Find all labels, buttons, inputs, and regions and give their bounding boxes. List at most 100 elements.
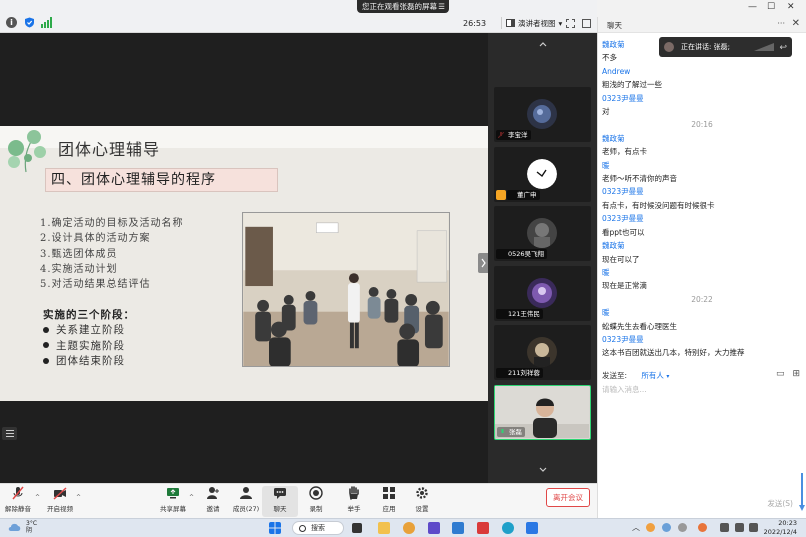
weather-condition: 阴 [26, 527, 33, 534]
screenshot-icon[interactable]: ▭ [776, 369, 785, 379]
layout-toggle-icon[interactable] [582, 19, 591, 28]
chevron-down-icon: ▾ [558, 18, 563, 28]
raise-hand-icon [349, 486, 359, 500]
send-button[interactable]: 发送(S) [767, 498, 793, 509]
system-clock[interactable]: 20:23 2022/12/4 [763, 519, 797, 536]
close-chat-icon[interactable]: ✕ [792, 18, 800, 29]
audio-options-caret[interactable]: ^ [35, 494, 40, 501]
slide-title: 团体心理辅导 [58, 140, 161, 159]
chat-sender[interactable]: 0323尹曼曼 [602, 212, 802, 225]
list-toggle-icon[interactable] [2, 427, 17, 440]
tray-app-icon[interactable] [678, 523, 687, 532]
send-to-label: 发送至: [602, 371, 628, 380]
gallery-scroll-up-icon[interactable] [538, 39, 548, 49]
send-to-selector[interactable]: 发送至: 所有人 ▾ [602, 370, 669, 381]
plant-decoration-icon [8, 130, 46, 173]
office-app-icon[interactable] [477, 522, 489, 534]
taskbar-search[interactable]: 搜索 [292, 521, 344, 535]
tray-expand-icon[interactable]: ︿ [632, 522, 640, 533]
chat-sender[interactable]: Andrew [602, 65, 802, 78]
minimize-icon[interactable]: — [748, 2, 757, 12]
share-menu-icon[interactable]: ☰ [438, 0, 445, 13]
meeting-app-icon[interactable] [428, 522, 440, 534]
chat-sender[interactable]: 暖 [602, 266, 802, 279]
settings-button[interactable]: 设置 [404, 486, 440, 513]
speaker-label: 正在讲话: 张磊; [681, 43, 730, 51]
more-options-icon[interactable]: ··· [777, 19, 785, 28]
tray-app-icon[interactable] [662, 523, 671, 532]
participant-tile[interactable]: 121王伟民 [494, 266, 591, 321]
chat-sender[interactable]: 0323尹曼曼 [602, 185, 802, 198]
chat-input[interactable]: 请输入消息... [602, 384, 647, 395]
participant-tile[interactable]: 211刘祥蓉 [494, 325, 591, 380]
members-button[interactable]: 成员(27) [228, 486, 264, 513]
audio-level-icon [754, 43, 774, 51]
unmute-button[interactable]: 解除静音 [0, 486, 36, 513]
fullscreen-icon[interactable] [566, 19, 575, 28]
chat-sender[interactable]: 0323尹曼曼 [602, 92, 802, 105]
raise-hand-button[interactable]: 举手 [336, 486, 372, 513]
chat-sender[interactable]: 暖 [602, 306, 802, 319]
participant-tile[interactable]: 李宝洋 [494, 87, 591, 142]
start-video-button[interactable]: 开启视频 [42, 486, 78, 513]
close-window-icon[interactable]: ✕ [787, 2, 795, 12]
file-upload-icon[interactable]: ⊞ [792, 369, 800, 379]
chat-sender[interactable]: 魏政菊 [602, 132, 802, 145]
file-explorer-icon[interactable] [378, 522, 390, 534]
chat-sender[interactable]: 0323尹曼曼 [602, 333, 802, 346]
apps-button[interactable]: 应用 [371, 486, 407, 513]
gallery-scroll-down-icon[interactable] [538, 465, 548, 475]
task-view-icon[interactable] [352, 523, 362, 533]
weather-widget[interactable]: 3°C 阴 [8, 520, 37, 534]
procedure-step: 1.确定活动的目标及活动名称 [40, 218, 184, 229]
video-options-caret[interactable]: ^ [76, 494, 81, 501]
cloud-icon [8, 523, 21, 531]
participant-tile[interactable]: 董广申 [494, 147, 591, 202]
stages-list: 关系建立阶段 主题实施阶段 团体结束阶段 [43, 322, 125, 369]
viewing-share-notice[interactable]: 您正在观看张磊的屏幕 ☰ [357, 0, 449, 13]
chat-message: 蚣蝶先生去看心理医生 [602, 321, 677, 331]
invite-button[interactable]: 邀请 [195, 486, 231, 513]
send-to-target[interactable]: 所有人 [641, 371, 664, 380]
participant-tile[interactable]: 0526吴飞翔 [494, 206, 591, 261]
store-app-icon[interactable] [452, 522, 464, 534]
chat-icon [274, 488, 286, 499]
stages-heading: 实施的三个阶段： [43, 309, 135, 321]
wifi-icon[interactable] [720, 523, 729, 532]
chat-sender[interactable]: 魏政菊 [602, 239, 802, 252]
meeting-info-icon[interactable]: i [6, 17, 17, 28]
network-signal-icon[interactable] [41, 17, 52, 28]
mic-active-icon [501, 429, 504, 433]
volume-icon[interactable] [735, 523, 744, 532]
share-notice-text: 您正在观看张磊的屏幕 [362, 2, 437, 11]
security-shield-icon[interactable] [24, 17, 35, 28]
return-icon[interactable]: ↩ [779, 38, 787, 58]
chat-sender[interactable]: 暖 [602, 159, 802, 172]
pinned-app-icon[interactable] [526, 522, 538, 534]
participant-tile-active-speaker[interactable]: 张磊 [494, 385, 591, 440]
stage-item: 关系建立阶段 [43, 322, 125, 338]
share-screen-button[interactable]: 共享屏幕 [155, 486, 191, 513]
chat-message-list: 魏政菊 不多 Andrew 粗浅的了解过一些 0323尹曼曼对 20:16 魏政菊 老师，有点… [602, 38, 802, 360]
edge-browser-icon[interactable] [502, 522, 514, 534]
tray-app-icon[interactable] [698, 523, 707, 532]
apps-label: 应用 [382, 505, 396, 513]
meeting-timer: 26:53 [463, 19, 487, 28]
procedure-step: 3.甄选团体成员 [40, 248, 118, 260]
view-mode-selector[interactable]: 演讲者视图 ▾ [501, 17, 562, 29]
browser-app-icon[interactable] [403, 522, 415, 534]
chat-scrollbar[interactable] [799, 473, 805, 511]
chat-button[interactable]: 聊天 [262, 486, 298, 517]
chat-message: 有点卡，有时候没问题有时候很卡 [602, 200, 715, 210]
windows-start-icon[interactable] [269, 522, 281, 534]
unmute-label: 解除静音 [5, 505, 31, 513]
share-options-caret[interactable]: ^ [189, 494, 194, 501]
restore-icon[interactable]: ☐ [767, 2, 775, 12]
procedure-step: 5.对活动结果总结评估 [40, 279, 151, 291]
members-label: 成员(27) [232, 505, 260, 513]
record-button[interactable]: 录制 [298, 486, 334, 513]
clock-date: 2022/12/4 [763, 527, 797, 536]
leave-meeting-button[interactable]: 离开会议 [546, 488, 590, 507]
tray-app-icon[interactable] [646, 523, 655, 532]
battery-icon[interactable] [749, 523, 758, 532]
